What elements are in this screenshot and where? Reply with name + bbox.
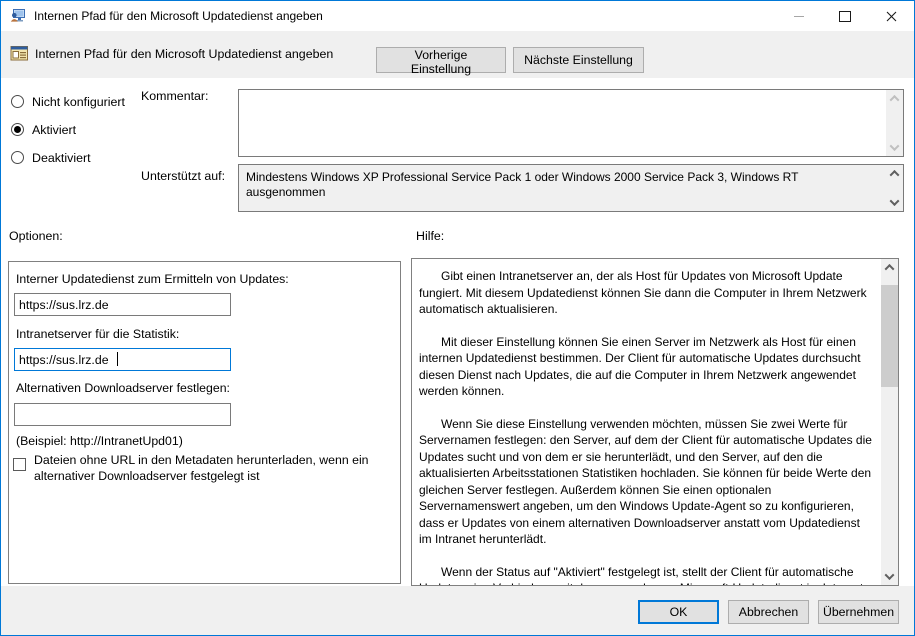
footer-bar: OK Abbrechen Übernehmen <box>1 586 914 635</box>
help-paragraph: Wenn Sie diese Einstellung verwenden möc… <box>419 416 872 548</box>
setting-header: Internen Pfad für den Microsoft Updatedi… <box>1 31 914 78</box>
statistics-server-label: Intranetserver für die Statistik: <box>16 327 179 341</box>
supported-scrollbar[interactable] <box>886 165 903 211</box>
alt-download-label: Alternativen Downloadserver festlegen: <box>16 381 230 395</box>
radio-icon-checked[interactable] <box>11 123 24 136</box>
title-bar[interactable]: Internen Pfad für den Microsoft Updatedi… <box>1 1 914 31</box>
scroll-up-icon[interactable] <box>890 95 900 105</box>
previous-setting-button[interactable]: Vorherige Einstellung <box>376 47 506 73</box>
maximize-button[interactable] <box>822 1 868 31</box>
scroll-up-icon <box>885 264 895 274</box>
checkbox-label: Dateien ohne URL in den Metadaten herunt… <box>34 452 388 484</box>
close-button[interactable] <box>868 1 914 31</box>
update-service-label: Interner Updatedienst zum Ermitteln von … <box>16 272 289 286</box>
ok-button[interactable]: OK <box>638 600 719 624</box>
radio-enabled[interactable]: Aktiviert <box>11 122 76 137</box>
radio-label: Aktiviert <box>32 123 76 137</box>
help-text: Gibt einen Intranetserver an, der als Ho… <box>412 259 881 585</box>
help-scrollbar[interactable] <box>881 259 898 585</box>
scroll-down-icon <box>885 570 895 580</box>
update-service-input[interactable] <box>14 293 231 316</box>
supported-on-value: Mindestens Windows XP Professional Servi… <box>246 170 879 200</box>
help-paragraph: Wenn der Status auf "Aktiviert" festgele… <box>419 564 872 586</box>
scroll-up-button[interactable] <box>881 259 898 276</box>
comment-scrollbar[interactable] <box>886 90 903 156</box>
options-heading: Optionen: <box>9 229 63 243</box>
close-icon <box>886 11 897 22</box>
minimize-icon <box>794 16 804 17</box>
help-heading: Hilfe: <box>416 229 444 243</box>
example-hint: (Beispiel: http://IntranetUpd01) <box>16 434 183 448</box>
scroll-down-icon[interactable] <box>890 196 900 206</box>
supported-on-box: Mindestens Windows XP Professional Servi… <box>238 164 904 212</box>
comment-textarea[interactable] <box>238 89 904 157</box>
scroll-down-button[interactable] <box>881 568 898 585</box>
cancel-button[interactable]: Abbrechen <box>728 600 809 624</box>
comment-label: Kommentar: <box>141 89 208 103</box>
download-files-check-row[interactable]: Dateien ohne URL in den Metadaten herunt… <box>13 452 388 484</box>
apply-button[interactable]: Übernehmen <box>818 600 899 624</box>
group-policy-icon <box>10 8 26 24</box>
radio-label: Deaktiviert <box>32 151 91 165</box>
help-paragraph: Mit dieser Einstellung können Sie einen … <box>419 334 872 400</box>
dialog-window: Internen Pfad für den Microsoft Updatedi… <box>0 0 915 636</box>
checkbox-icon[interactable] <box>13 458 26 471</box>
radio-icon[interactable] <box>11 151 24 164</box>
text-caret <box>117 352 118 366</box>
maximize-icon <box>839 11 851 22</box>
next-setting-button[interactable]: Nächste Einstellung <box>513 47 644 73</box>
minimize-button <box>776 1 822 31</box>
supported-label: Unterstützt auf: <box>141 169 225 183</box>
alt-download-input[interactable] <box>14 403 231 426</box>
window-title: Internen Pfad für den Microsoft Updatedi… <box>34 9 323 23</box>
radio-not-configured[interactable]: Nicht konfiguriert <box>11 94 125 109</box>
radio-label: Nicht konfiguriert <box>32 95 125 109</box>
scrollbar-thumb[interactable] <box>881 285 898 387</box>
options-panel: Interner Updatedienst zum Ermitteln von … <box>8 261 401 584</box>
scroll-down-icon[interactable] <box>890 141 900 151</box>
setting-title: Internen Pfad für den Microsoft Updatedi… <box>35 47 333 61</box>
scroll-up-icon[interactable] <box>890 170 900 180</box>
help-panel: Gibt einen Intranetserver an, der als Ho… <box>411 258 899 586</box>
radio-disabled[interactable]: Deaktiviert <box>11 150 91 165</box>
help-paragraph: Gibt einen Intranetserver an, der als Ho… <box>419 268 872 318</box>
radio-icon[interactable] <box>11 95 24 108</box>
window-controls <box>776 1 914 31</box>
policy-setting-icon <box>10 45 29 67</box>
statistics-server-input[interactable] <box>14 348 231 371</box>
